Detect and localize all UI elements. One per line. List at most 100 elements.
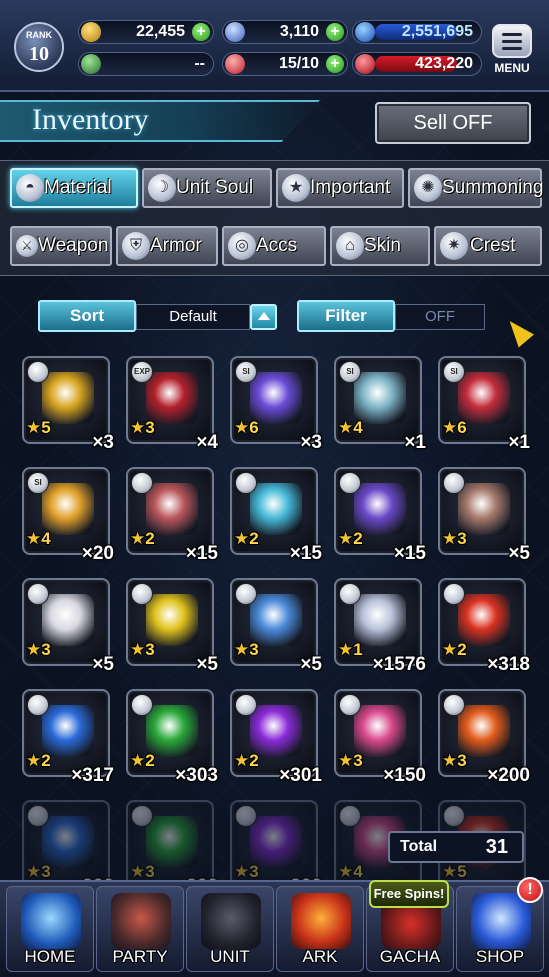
cloth-icon — [42, 594, 94, 646]
tab-unit-soul[interactable]: ☽ Unit Soul — [142, 168, 272, 208]
item-slot[interactable]: SI ★4 ×1 — [334, 356, 426, 453]
item-slot[interactable]: ★2 ×301 — [230, 689, 322, 786]
tab-skin[interactable]: ⌂ Skin — [330, 226, 430, 266]
home-crest-icon — [21, 893, 81, 949]
item-slot[interactable]: ★3 ×150 — [334, 689, 426, 786]
item-slot[interactable]: ★1 ×1576 — [334, 578, 426, 675]
item-quantity: ×1 — [404, 432, 426, 453]
free-spins-badge[interactable]: Free Spins! — [369, 880, 449, 908]
soul-icon: ☽ — [148, 174, 176, 202]
rank-emblem[interactable]: RANK 10 — [14, 22, 64, 72]
nav-unit[interactable]: UNIT — [186, 886, 274, 972]
tab-material[interactable]: ◓ Material — [10, 168, 138, 208]
item-slot[interactable]: ★3 ×5 — [22, 578, 114, 675]
item-quantity: ×4 — [196, 432, 218, 453]
item-quantity: ×301 — [279, 765, 322, 786]
item-rarity: ★2 — [234, 529, 259, 549]
rarity-value: 3 — [41, 640, 51, 659]
item-type-badge-icon — [339, 472, 361, 494]
filter-button[interactable]: Filter — [297, 300, 395, 332]
total-label: Total — [400, 838, 438, 855]
rarity-value: 6 — [249, 418, 259, 437]
bone-icon — [250, 594, 302, 646]
add-gil-button[interactable]: + — [192, 23, 210, 41]
item-slot[interactable]: SI ★6 ×1 — [438, 356, 530, 453]
item-rarity: ★3 — [234, 640, 259, 660]
sort-value[interactable]: Default — [136, 304, 250, 330]
item-slot[interactable]: ★5 ×3 — [22, 356, 114, 453]
tab-label: Unit Soul — [176, 177, 254, 198]
item-quantity: ×1 — [508, 432, 530, 453]
item-slot[interactable]: ★2 ×318 — [438, 578, 530, 675]
tab-label: Accs — [256, 235, 298, 256]
menu-icon — [502, 33, 522, 36]
tab-important[interactable]: ★ Important — [276, 168, 404, 208]
item-slot[interactable]: EXP ★3 ×4 — [126, 356, 218, 453]
rarity-star-icon: ★ — [338, 862, 354, 881]
item-slot[interactable]: ★3×200 — [126, 800, 218, 897]
item-quantity: ×317 — [71, 765, 114, 786]
tab-armor[interactable]: ⛨ Armor — [116, 226, 218, 266]
menu-button[interactable] — [492, 24, 532, 58]
rarity-value: 3 — [249, 862, 259, 881]
rarity-star-icon: ★ — [442, 862, 458, 881]
lapis-counter: 3,110 + — [222, 20, 348, 44]
tab-weapon[interactable]: ⚔ Weapon — [10, 226, 112, 266]
item-rarity: ★3 — [130, 640, 155, 660]
add-lapis-button[interactable]: + — [326, 23, 344, 41]
nav-party[interactable]: PARTY — [96, 886, 184, 972]
menu-label[interactable]: MENU — [487, 61, 537, 75]
item-slot[interactable]: ★2 ×317 — [22, 689, 114, 786]
item-quantity: ×318 — [487, 654, 530, 675]
necklace-icon: ◎ — [228, 232, 256, 260]
item-rarity: ★2 — [234, 751, 259, 771]
item-rarity: ★2 — [442, 640, 467, 660]
rarity-star-icon: ★ — [234, 640, 250, 659]
item-slot[interactable]: ★3 ×5 — [126, 578, 218, 675]
item-slot[interactable]: ★2 ×303 — [126, 689, 218, 786]
gil-coin-icon — [81, 22, 101, 42]
item-slot[interactable]: ★3×200 — [22, 800, 114, 897]
item-slot[interactable]: SI ★6 ×3 — [230, 356, 322, 453]
item-slot[interactable]: ★2 ×15 — [126, 467, 218, 564]
notification-badge: ! — [517, 877, 543, 903]
item-rarity: ★4 — [26, 529, 51, 549]
sort-direction-button[interactable] — [250, 304, 277, 330]
item-slot[interactable]: SI ★4 ×20 — [22, 467, 114, 564]
rarity-value: 3 — [353, 751, 363, 770]
nav-home[interactable]: HOME — [6, 886, 94, 972]
filter-value[interactable]: OFF — [395, 304, 485, 330]
sort-button[interactable]: Sort — [38, 300, 136, 332]
item-slot[interactable]: ★3×200 — [230, 800, 322, 897]
flame-crystal-icon — [458, 705, 510, 757]
rarity-star-icon: ★ — [338, 529, 354, 548]
item-slot[interactable]: ★2 ×15 — [334, 467, 426, 564]
rarity-value: 5 — [457, 862, 467, 881]
wind-crystal-icon — [146, 705, 198, 757]
item-slot[interactable]: ★3×200 — [438, 689, 530, 786]
item-quantity: ×303 — [175, 765, 218, 786]
item-type-badge-icon — [339, 694, 361, 716]
item-rarity: ★5 — [26, 418, 51, 438]
item-quantity: ×15 — [185, 543, 218, 564]
item-rarity: ★3 — [442, 529, 467, 549]
red-ore-icon — [458, 372, 510, 424]
item-slot[interactable]: ★3 ×5 — [230, 578, 322, 675]
item-type-badge-icon — [339, 805, 361, 827]
tab-summoning[interactable]: ✺ Summoning — [408, 168, 543, 208]
add-energy-button[interactable]: + — [326, 55, 344, 73]
tab-accs[interactable]: ◎ Accs — [222, 226, 326, 266]
rarity-star-icon: ★ — [130, 751, 146, 770]
item-slot[interactable]: ★3 ×5 — [438, 467, 530, 564]
item-type-badge-icon — [131, 805, 153, 827]
tab-crest[interactable]: ✷ Crest — [434, 226, 542, 266]
nav-label: SHOP — [475, 947, 525, 966]
nav-label: ARK — [302, 947, 338, 966]
item-quantity: ×5 — [508, 543, 530, 564]
sell-toggle-button[interactable]: Sell OFF — [375, 102, 531, 144]
item-slot[interactable]: ★2 ×15 — [230, 467, 322, 564]
rarity-star-icon: ★ — [234, 751, 250, 770]
item-rarity: ★1 — [338, 640, 363, 660]
tab-label: Material — [44, 177, 112, 198]
nav-ark[interactable]: ARK — [276, 886, 364, 972]
